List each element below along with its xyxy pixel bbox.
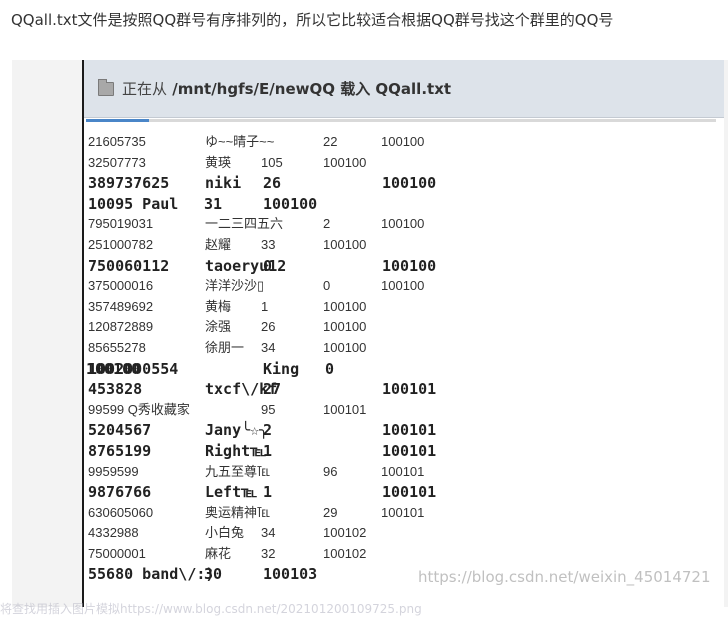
line-group-number: 100101 [382, 380, 437, 399]
line-qq-number: 55680 band\/:) [88, 565, 215, 584]
line-age: 29 [323, 504, 338, 520]
line-qq-number: 795019031 [88, 216, 154, 232]
status-path: /mnt/hgfs/E/newQQ 载入 QQall.txt [172, 80, 452, 98]
line-qq-number: 32507773 [88, 154, 146, 170]
line-qq-number: 85655278 [88, 339, 146, 355]
line-nickname: 一二三四五六 [205, 216, 284, 232]
line-age: 22 [323, 134, 338, 149]
line-age: 34 [261, 525, 276, 541]
line-nickname: 黄梅 [205, 298, 232, 314]
loading-progress-fill [86, 119, 149, 122]
line-nickname: niki [205, 174, 242, 193]
line-group-number: 100102 [323, 545, 367, 561]
line-qq-number: 5204567 [88, 421, 152, 440]
caption-text: QQall.txt文件是按照QQ群号有序排列的，所以它比较适合根据QQ群号找这个… [11, 11, 614, 29]
line-qq-number: 375000016 [88, 278, 154, 294]
line-age: 34 [261, 339, 276, 355]
line-age: 27 [263, 380, 282, 399]
loading-status-bar: 正在从 /mnt/hgfs/E/newQQ 载入 QQall.txt [84, 60, 724, 118]
line-nickname: 涂强 [205, 319, 232, 335]
line-nickname: Left℡ [205, 483, 258, 502]
line-nickname: 徐朋一 [205, 339, 245, 355]
line-age: 26 [263, 174, 282, 193]
line-age: 0 [323, 278, 331, 294]
line-qq-number: 75000001 [88, 545, 146, 561]
line-group-number: 100100 [323, 319, 367, 335]
line-group-number: 100100 [381, 216, 425, 232]
line-group-number: 100100 [323, 339, 367, 355]
line-qq-number: 357489692 [88, 298, 154, 314]
line-age: 26 [261, 319, 276, 335]
line-qq-number: 99599 Q秀收藏家 [88, 401, 190, 417]
line-group-number: 100100 [263, 194, 318, 213]
line-age: 1 [263, 483, 273, 502]
line-nickname: Right℡ [205, 441, 267, 460]
status-prefix: 正在从 [122, 80, 168, 98]
line-age: 33 [261, 236, 276, 252]
cut-off-text: 将查找用插入图片模拟https://www.blog.csdn.net/2021… [0, 602, 422, 616]
line-nickname: 洋洋沙沙▯ [205, 278, 265, 294]
line-group-number: 100100 [323, 298, 367, 314]
line-group-number: 100101 [381, 504, 425, 520]
line-group-number: 100101 [382, 421, 437, 440]
loading-progress-bar [86, 119, 716, 122]
line-nickname: 奥运精神℡ [205, 504, 271, 520]
editor-window: 正在从 /mnt/hgfs/E/newQQ 载入 QQall.txt 21605… [82, 60, 724, 607]
line-nickname: 小白兔 [205, 525, 245, 541]
line-nickname: 九五至尊℡ [205, 463, 271, 479]
line-qq-number: 21605735 [88, 134, 146, 149]
line-group-number: 100103 [263, 565, 318, 584]
line-qq-number: 9876766 [88, 483, 152, 502]
line-nickname: Jany╰☆╮ [205, 421, 269, 440]
line-group-number: 0 [325, 359, 335, 378]
folder-icon [98, 79, 114, 96]
line-qq-number: 389737625 [88, 174, 170, 193]
line-age: 2 [323, 216, 331, 232]
line-age: 30 [204, 565, 223, 584]
line-undefined: 100100 [86, 359, 141, 378]
line-qq-number: 120872889 [88, 319, 154, 335]
line-age: 0 [263, 256, 273, 275]
line-nickname: taoeryu12 [205, 256, 287, 275]
line-group-number: 100102 [323, 525, 367, 541]
line-qq-number: 4332988 [88, 525, 139, 541]
line-age: King [263, 359, 300, 378]
line-age: 96 [323, 463, 338, 479]
line-group-number: 100100 [323, 236, 367, 252]
watermark: https://blog.csdn.net/weixin_45014721 [418, 568, 711, 586]
line-nickname: 黄瑛 [205, 154, 232, 170]
line-age: 32 [261, 545, 276, 561]
line-group-number: 100100 [381, 278, 425, 294]
line-qq-number: 8765199 [88, 441, 152, 460]
line-nickname: 麻花 [205, 545, 232, 561]
line-age: 1 [263, 441, 273, 460]
line-group-number: 100100 [323, 154, 367, 170]
line-group-number: 100101 [382, 483, 437, 502]
line-group-number: 100100 [382, 256, 437, 275]
line-age: 31 [204, 194, 223, 213]
line-qq-number: 251000782 [88, 236, 154, 252]
line-qq-number: 9959599 [88, 463, 139, 479]
line-age: 95 [261, 401, 276, 417]
loading-status: 正在从 /mnt/hgfs/E/newQQ 载入 QQall.txt [122, 78, 451, 99]
line-group-number: 100101 [382, 441, 437, 460]
line-group-number: 100100 [382, 174, 437, 193]
line-qq-number: 630605060 [88, 504, 154, 520]
line-age: 2 [263, 421, 273, 440]
line-nickname: ゆ~~晴子~~ [205, 134, 275, 149]
line-qq-number: 453828 [88, 380, 143, 399]
line-qq-number: 750060112 [88, 256, 170, 275]
line-age: 105 [261, 154, 283, 170]
line-nickname: 赵耀 [205, 236, 232, 252]
line-qq-number: 10095 Paul [88, 194, 179, 213]
line-group-number: 100101 [323, 401, 367, 417]
line-group-number: 100101 [381, 463, 425, 479]
line-group-number: 100100 [381, 134, 425, 149]
line-age: 1 [261, 298, 269, 314]
